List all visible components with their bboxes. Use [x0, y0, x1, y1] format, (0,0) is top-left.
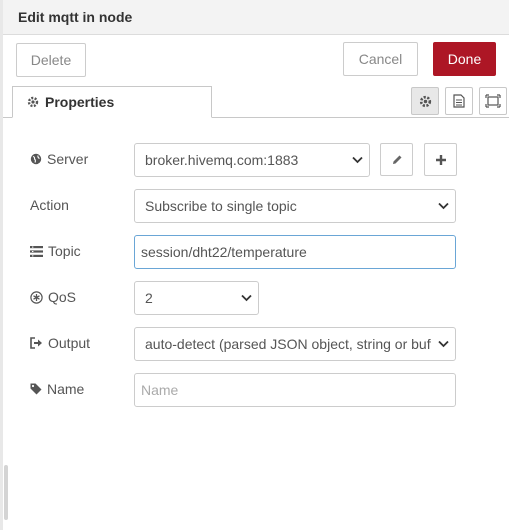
tag-icon [30, 383, 42, 395]
dialog-title: Edit mqtt in node [18, 9, 133, 25]
name-label: Name [30, 381, 84, 397]
gear-icon [419, 95, 431, 107]
delete-button[interactable]: Delete [16, 43, 86, 77]
scrollbar[interactable] [4, 465, 8, 520]
chevron-down-icon [438, 202, 449, 210]
tab-properties[interactable]: Properties [12, 86, 212, 118]
tab-appearance[interactable] [479, 87, 507, 115]
tab-properties-label: Properties [45, 94, 115, 110]
sign-out-icon [30, 337, 42, 349]
topic-input[interactable] [134, 235, 456, 269]
document-icon [453, 94, 465, 108]
qos-label: QoS [30, 289, 76, 305]
gear-icon [27, 96, 39, 108]
add-server-button[interactable] [424, 143, 457, 176]
left-border [0, 0, 3, 530]
globe-icon [30, 153, 42, 165]
tasks-icon [30, 245, 43, 257]
output-label-text: Output [48, 335, 91, 351]
name-label-text: Name [47, 381, 85, 397]
output-select[interactable]: auto-detect (parsed JSON object, string … [134, 327, 456, 361]
chevron-down-icon [438, 340, 449, 348]
action-select[interactable]: Subscribe to single topic [134, 189, 456, 223]
server-value: broker.hivemq.com:1883 [145, 152, 299, 168]
qos-label-text: QoS [48, 289, 77, 305]
asterisk-circle-icon [30, 290, 43, 304]
done-button[interactable]: Done [433, 42, 496, 76]
topic-label-text: Topic [48, 243, 81, 259]
dialog-titlebar: Edit mqtt in node [3, 0, 509, 35]
qos-select[interactable]: 2 [134, 281, 259, 315]
frame-icon [485, 94, 501, 108]
action-label-text: Action [30, 197, 69, 213]
chevron-down-icon [352, 156, 363, 164]
pencil-icon [392, 155, 401, 164]
topic-label: Topic [30, 243, 81, 259]
action-label: Action [30, 197, 69, 213]
tab-description[interactable] [445, 87, 473, 115]
server-select[interactable]: broker.hivemq.com:1883 [134, 143, 370, 177]
cancel-button[interactable]: Cancel [343, 42, 418, 76]
server-label: Server [30, 151, 88, 167]
name-input[interactable] [134, 373, 456, 407]
chevron-down-icon [241, 294, 252, 302]
qos-value: 2 [145, 290, 153, 306]
output-label: Output [30, 335, 90, 351]
edit-server-button[interactable] [380, 143, 413, 176]
action-value: Subscribe to single topic [145, 198, 297, 214]
server-label-text: Server [47, 151, 89, 167]
output-value: auto-detect (parsed JSON object, string … [145, 336, 431, 352]
tab-settings[interactable] [411, 87, 439, 115]
plus-icon [435, 154, 446, 165]
